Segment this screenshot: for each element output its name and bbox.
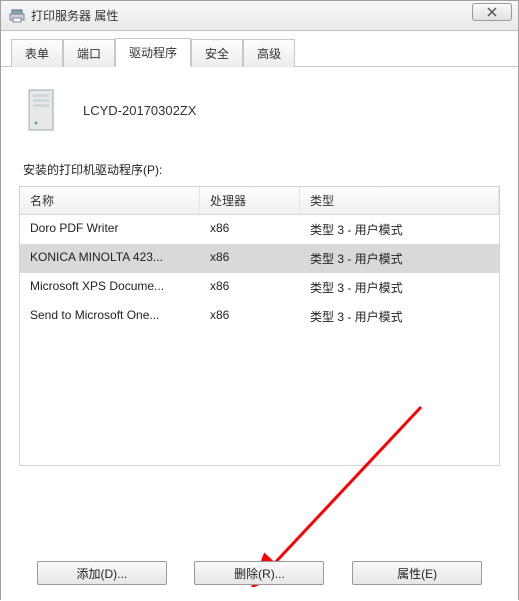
driver-processor-cell: x86 xyxy=(200,277,300,298)
driver-name-cell: KONICA MINOLTA 423... xyxy=(20,248,200,269)
installed-drivers-label: 安装的打印机驱动程序(P): xyxy=(23,161,500,178)
printer-icon xyxy=(9,8,25,24)
tab-forms[interactable]: 表单 xyxy=(11,39,63,67)
server-name: LCYD-20170302ZX xyxy=(83,103,196,118)
driver-processor-cell: x86 xyxy=(200,219,300,240)
tab-ports[interactable]: 端口 xyxy=(63,39,115,67)
tab-drivers[interactable]: 驱动程序 xyxy=(115,38,191,67)
properties-button[interactable]: 属性(E) xyxy=(352,561,482,585)
table-row[interactable]: Microsoft XPS Docume... x86 类型 3 - 用户模式 xyxy=(20,273,499,302)
driver-type-cell: 类型 3 - 用户模式 xyxy=(300,277,499,298)
close-button[interactable] xyxy=(472,3,512,21)
server-tower-icon xyxy=(23,89,59,131)
table-row[interactable]: Send to Microsoft One... x86 类型 3 - 用户模式 xyxy=(20,302,499,331)
add-button[interactable]: 添加(D)... xyxy=(37,561,167,585)
driver-processor-cell: x86 xyxy=(200,248,300,269)
print-server-properties-window: 打印服务器 属性 表单 端口 驱动程序 安全 高级 LCYD-20170302Z… xyxy=(0,0,519,600)
button-row: 添加(D)... 删除(R)... 属性(E) xyxy=(1,561,518,585)
server-info: LCYD-20170302ZX xyxy=(23,89,500,131)
table-row[interactable]: KONICA MINOLTA 423... x86 类型 3 - 用户模式 xyxy=(20,244,499,273)
column-header-name[interactable]: 名称 xyxy=(20,187,200,214)
tab-security[interactable]: 安全 xyxy=(191,39,243,67)
drivers-table-body: Doro PDF Writer x86 类型 3 - 用户模式 KONICA M… xyxy=(20,215,499,331)
tab-bar: 表单 端口 驱动程序 安全 高级 xyxy=(1,31,518,67)
driver-name-cell: Doro PDF Writer xyxy=(20,219,200,240)
driver-type-cell: 类型 3 - 用户模式 xyxy=(300,248,499,269)
driver-name-cell: Send to Microsoft One... xyxy=(20,306,200,327)
driver-type-cell: 类型 3 - 用户模式 xyxy=(300,306,499,327)
driver-name-cell: Microsoft XPS Docume... xyxy=(20,277,200,298)
window-title: 打印服务器 属性 xyxy=(31,7,118,24)
column-header-type[interactable]: 类型 xyxy=(300,187,499,214)
driver-type-cell: 类型 3 - 用户模式 xyxy=(300,219,499,240)
tab-content-drivers: LCYD-20170302ZX 安装的打印机驱动程序(P): 名称 处理器 类型… xyxy=(1,67,518,601)
column-header-processor[interactable]: 处理器 xyxy=(200,187,300,214)
titlebar: 打印服务器 属性 xyxy=(1,1,518,31)
drivers-table[interactable]: 名称 处理器 类型 Doro PDF Writer x86 类型 3 - 用户模… xyxy=(19,186,500,466)
tab-advanced[interactable]: 高级 xyxy=(243,39,295,67)
drivers-table-header: 名称 处理器 类型 xyxy=(20,187,499,215)
table-row[interactable]: Doro PDF Writer x86 类型 3 - 用户模式 xyxy=(20,215,499,244)
remove-button[interactable]: 删除(R)... xyxy=(194,561,324,585)
driver-processor-cell: x86 xyxy=(200,306,300,327)
